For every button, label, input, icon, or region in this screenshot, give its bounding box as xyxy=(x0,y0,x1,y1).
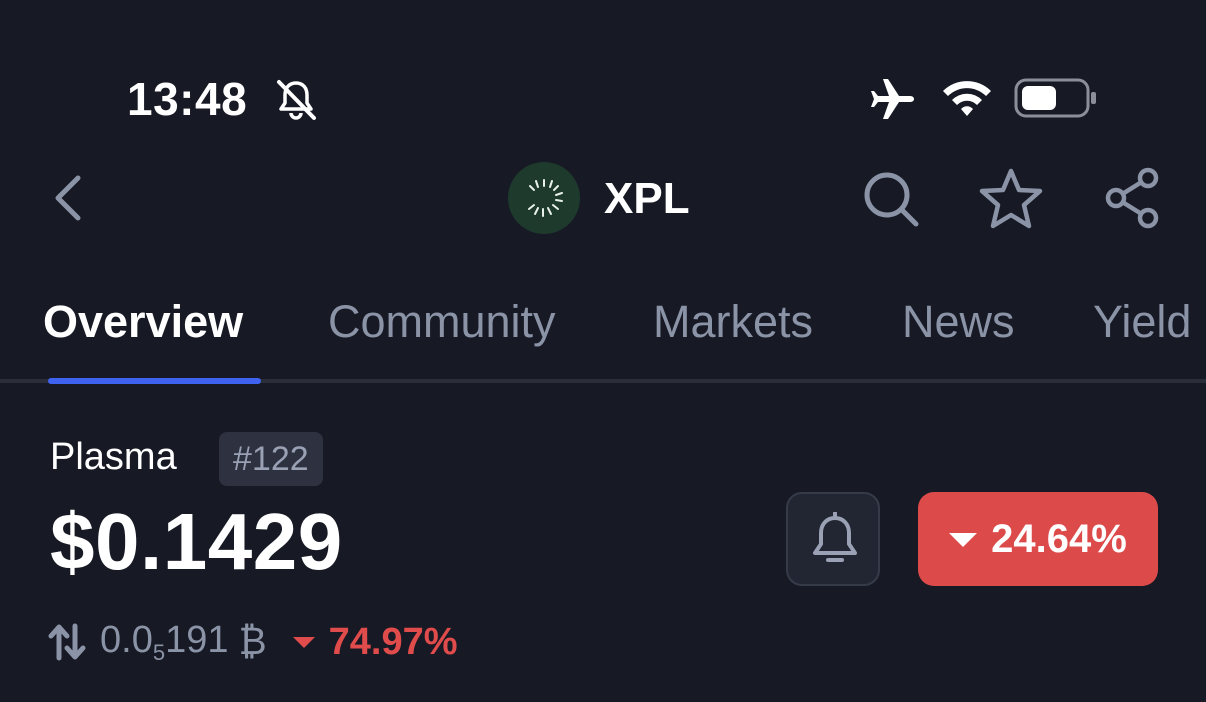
btc-price-change: 74.97% xyxy=(328,620,458,663)
battery-icon xyxy=(1014,78,1096,118)
app-screen: 13:48 XPL Overview Community Markets New… xyxy=(0,0,1206,702)
airplane-icon xyxy=(871,79,914,119)
btc-symbol: ₿ xyxy=(238,620,267,663)
coin-logo xyxy=(508,162,580,234)
share-icon[interactable] xyxy=(1100,166,1164,230)
tab-community[interactable]: Community xyxy=(328,296,556,348)
coin-ticker-title: XPL xyxy=(604,174,690,223)
price-alert-button[interactable] xyxy=(786,492,880,586)
tab-yield[interactable]: Yield xyxy=(1093,296,1191,348)
chevron-left-icon[interactable] xyxy=(48,172,88,224)
coin-price: $0.1429 xyxy=(50,497,343,586)
rank-badge: #122 xyxy=(219,432,323,486)
tab-markets[interactable]: Markets xyxy=(653,296,813,348)
active-tab-indicator xyxy=(48,378,261,384)
caret-down-icon xyxy=(292,636,315,648)
btc-price-value: 0.05191 xyxy=(100,618,229,665)
swap-vertical-icon xyxy=(48,623,86,661)
coin-name: Plasma xyxy=(50,436,177,478)
caret-down-icon xyxy=(949,533,978,547)
tab-bar: Overview Community Markets News Yield xyxy=(0,296,1206,384)
tab-news[interactable]: News xyxy=(902,296,1015,348)
price-change-24h-value: 24.64% xyxy=(991,516,1127,561)
tab-overview[interactable]: Overview xyxy=(43,296,243,348)
search-icon[interactable] xyxy=(860,168,922,230)
bell-icon xyxy=(813,512,857,562)
star-icon[interactable] xyxy=(978,166,1044,232)
wifi-icon xyxy=(943,81,991,116)
bell-slash-icon xyxy=(277,80,316,120)
price-change-24h-badge: 24.64% xyxy=(918,492,1158,586)
status-time: 13:48 xyxy=(127,73,248,125)
btc-price-row: 0.05191 ₿ 74.97% xyxy=(48,614,458,670)
